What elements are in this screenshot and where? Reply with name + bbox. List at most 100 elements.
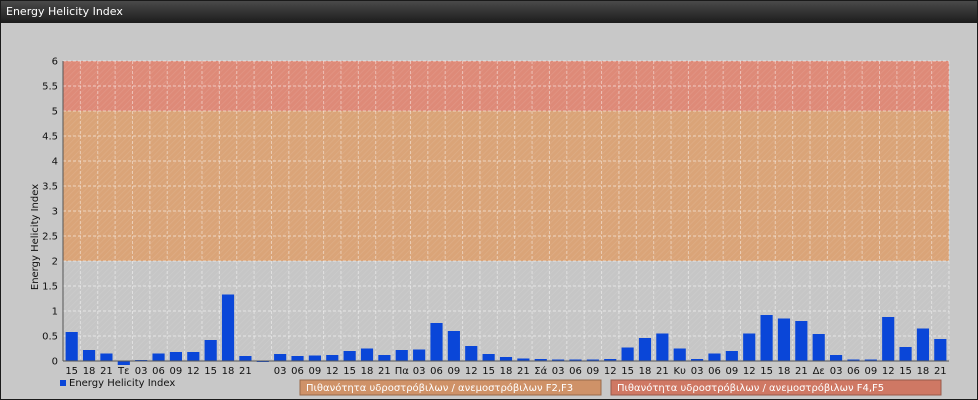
x-tick-label: 06 [152, 366, 165, 377]
y-tick-label: 1.5 [42, 282, 58, 293]
y-tick-label: 2.5 [42, 232, 58, 243]
bar [812, 334, 825, 361]
bar [725, 351, 738, 361]
bar [65, 332, 78, 361]
energy-helicity-chart: 0 0.5 1 1.5 2 2.5 3 3.5 4 4.5 5 5.5 6 15 18 21 Τε 03 06 09… [30, 57, 950, 396]
bar [934, 339, 947, 361]
y-tick-label: 6 [52, 57, 58, 68]
bar [882, 317, 895, 361]
bar [291, 356, 304, 361]
bar [447, 331, 460, 361]
x-tick-label: 06 [569, 366, 582, 377]
x-tick-label: 09 [170, 366, 183, 377]
x-tick-label: 18 [222, 366, 235, 377]
x-tick-label: Κυ [674, 366, 687, 377]
bar [708, 353, 721, 361]
x-tick-label: 15 [204, 366, 217, 377]
chart-window: Energy Helicity Index 0 0.5 1 1.5 2 2.5 3 3.5 4 4… [0, 0, 978, 400]
y-tick-label: 4.5 [42, 132, 58, 143]
legend-series-label: Energy Helicity Index [69, 378, 175, 389]
bar [829, 355, 843, 361]
x-tick-label: 21 [100, 366, 113, 377]
x-tick-label: 18 [917, 366, 930, 377]
y-tick-label: 5.5 [42, 82, 58, 93]
bar [899, 347, 912, 361]
bar [621, 347, 634, 361]
x-tick-label: 15 [760, 366, 773, 377]
bar [656, 333, 669, 361]
x-tick-label: 09 [309, 366, 322, 377]
window-title: Energy Helicity Index [6, 5, 123, 18]
x-tick-label: 03 [413, 366, 426, 377]
bar [117, 361, 130, 365]
bar [152, 353, 165, 361]
bar [795, 321, 808, 361]
x-tick-label: 12 [743, 366, 756, 377]
x-tick-label: 21 [239, 366, 252, 377]
bar [100, 353, 113, 361]
x-tick-label: 09 [864, 366, 877, 377]
x-tick-label: 18 [500, 366, 513, 377]
x-tick-label: 21 [934, 366, 947, 377]
bar [499, 357, 513, 361]
x-tick-label: 06 [708, 366, 721, 377]
x-tick-label: 12 [187, 366, 200, 377]
x-tick-label: Δε [813, 366, 825, 377]
y-tick-label: 4 [52, 157, 58, 168]
x-tick-label: 09 [586, 366, 599, 377]
y-axis-title: Energy Helicity Index [30, 184, 41, 290]
bar [82, 350, 96, 361]
x-tick-label: 09 [448, 366, 461, 377]
x-tick-label: 06 [430, 366, 443, 377]
y-tick-label: 0.5 [42, 332, 58, 343]
x-tick-label: Τε [117, 366, 130, 377]
x-tick-label: 03 [691, 366, 704, 377]
x-tick-label: 15 [482, 366, 495, 377]
x-tick-label: 21 [517, 366, 530, 377]
bar [638, 338, 652, 361]
x-tick-label: 18 [639, 366, 652, 377]
bar [169, 352, 183, 361]
x-tick-label: 18 [778, 366, 791, 377]
x-tick-label: 12 [604, 366, 617, 377]
bar [221, 294, 235, 361]
x-tick-label: 12 [326, 366, 339, 377]
bar [204, 340, 217, 361]
bar [274, 354, 287, 361]
bar [465, 346, 478, 361]
x-tick-label: Σά [534, 365, 547, 377]
x-tick-label: 03 [274, 366, 287, 377]
bar [413, 349, 426, 361]
legend-series-swatch [60, 380, 66, 386]
x-tick-label: 18 [83, 366, 96, 377]
x-tick-label: Πα [395, 366, 410, 377]
x-tick-label: 21 [378, 366, 391, 377]
bar [239, 356, 252, 361]
y-tick-label: 1 [52, 307, 58, 318]
legend-band2-label: Πιθανότητα υδροστρόβιλων / ανεμοστρόβιλω… [617, 382, 884, 394]
bar [482, 354, 495, 361]
x-tick-label: 12 [465, 366, 478, 377]
bar [343, 351, 356, 361]
x-tick-label: 03 [135, 366, 148, 377]
y-tick-label: 3.5 [42, 182, 58, 193]
x-tick-label: 06 [291, 366, 304, 377]
y-tick-label: 3 [52, 207, 58, 218]
x-tick-label: 12 [882, 366, 895, 377]
x-tick-label: 15 [65, 366, 78, 377]
y-tick-label: 0 [52, 357, 58, 368]
x-tick-label: 03 [830, 366, 843, 377]
x-tick-label: 15 [899, 366, 912, 377]
bar [430, 323, 443, 361]
legend-band1-label: Πιθανότητα υδροστρόβιλων / ανεμοστρόβιλω… [306, 382, 573, 394]
bar [187, 352, 200, 361]
x-tick-label: 15 [621, 366, 634, 377]
title-bar: Energy Helicity Index [1, 1, 977, 23]
bar [743, 333, 756, 361]
bar [760, 315, 773, 361]
x-tick-label: 18 [361, 366, 374, 377]
x-tick-label: 09 [725, 366, 738, 377]
bar [673, 348, 686, 361]
x-tick-label: 03 [552, 366, 565, 377]
bar [308, 355, 321, 361]
